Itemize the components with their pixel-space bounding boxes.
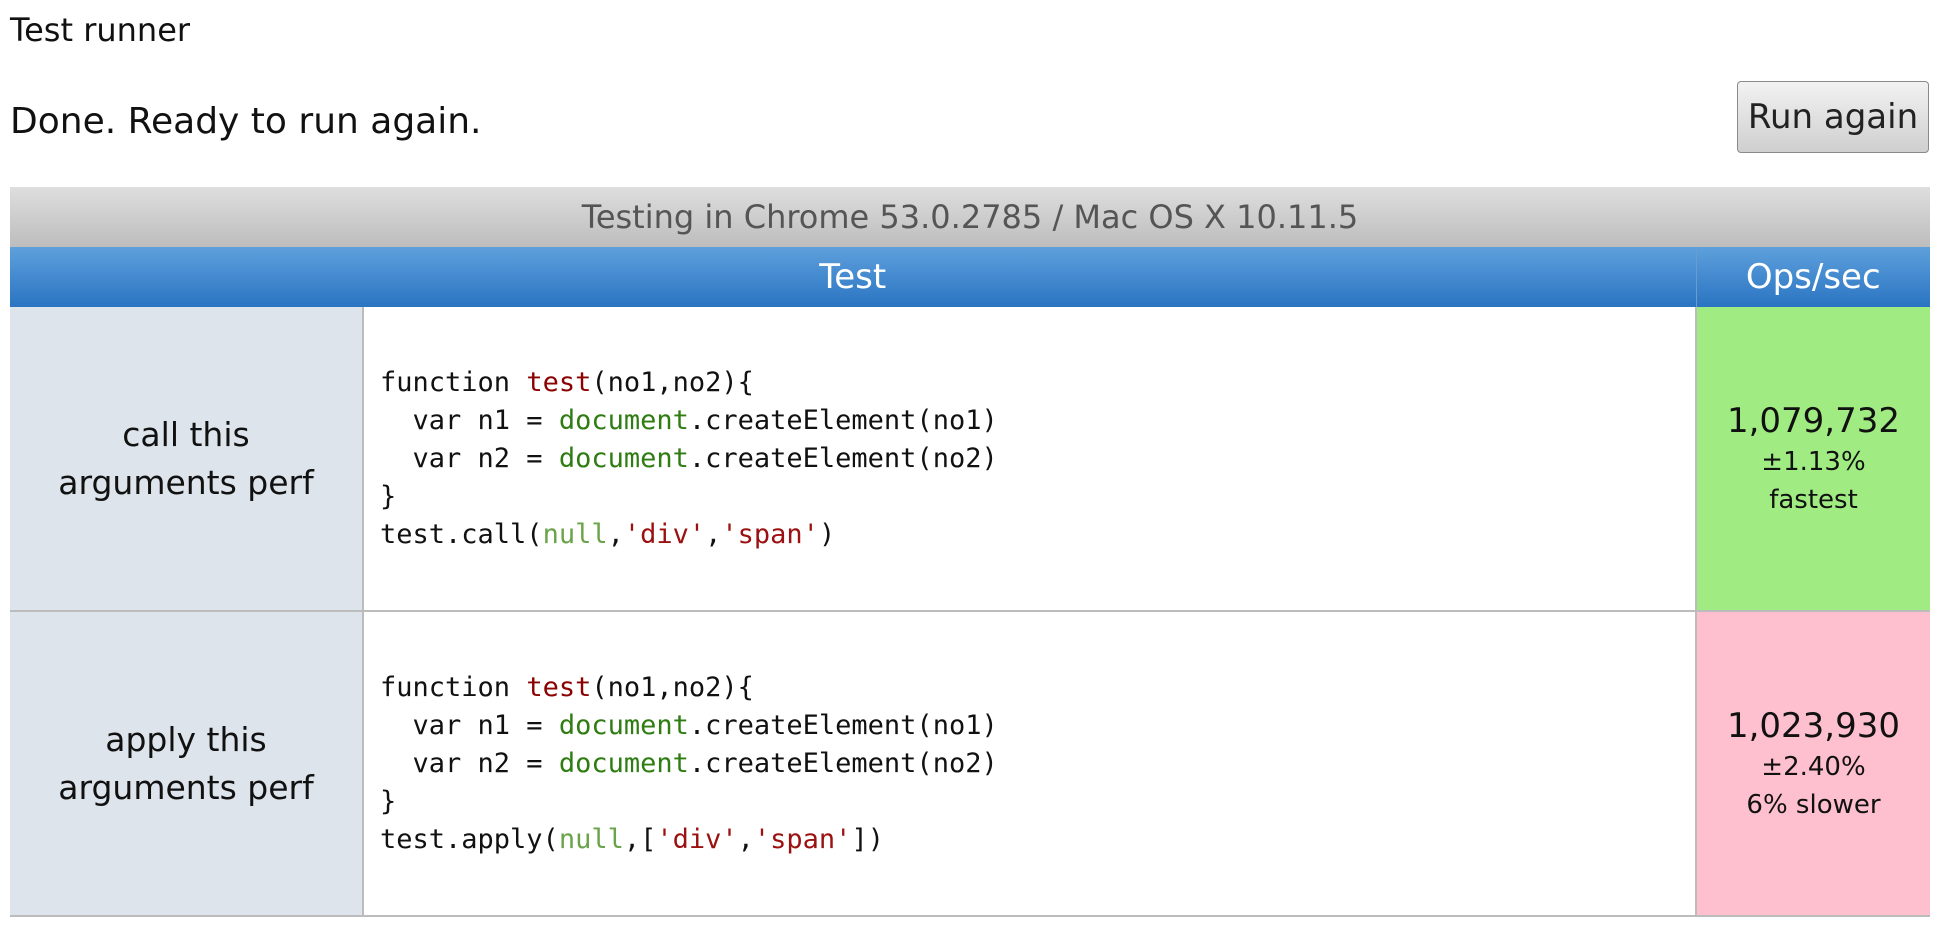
test-name: apply this arguments perf <box>10 611 364 917</box>
code-token: document <box>558 442 689 474</box>
code-token: } <box>380 785 397 817</box>
code-token: test <box>526 671 592 703</box>
test-code-cell: function test(no1,no2){ var n1 = documen… <box>363 611 1697 917</box>
code-token: 'div' <box>623 518 706 550</box>
code-token: var n2 = <box>380 442 559 474</box>
results-table: Testing in Chrome 53.0.2785 / Mac OS X 1… <box>10 187 1930 917</box>
code-token: , <box>737 823 754 855</box>
run-again-button[interactable]: Run again <box>1737 81 1929 153</box>
code-token: function <box>380 671 527 703</box>
ops-column-header: Ops/sec <box>1695 247 1930 307</box>
code-token: } <box>380 480 397 512</box>
code-token: ) <box>818 518 836 550</box>
code-token: .createElement(no2) <box>688 747 998 779</box>
code-token: var n1 = <box>380 404 559 436</box>
code-token: ,[ <box>623 823 657 855</box>
test-runner-page: Test runner Done. Ready to run again. Ru… <box>0 0 1942 932</box>
test-name: call this arguments perf <box>10 307 364 612</box>
code-token: null <box>542 518 608 550</box>
code-token: (no1,no2){ <box>591 671 754 703</box>
code-token: null <box>558 823 624 855</box>
code-token: , <box>705 518 722 550</box>
ops-note: 6% slower <box>1746 789 1881 820</box>
code-token: ]) <box>851 823 884 855</box>
code-token: document <box>558 709 689 741</box>
code-token: 'span' <box>721 518 819 550</box>
test-code: function test(no1,no2){ var n1 = documen… <box>364 364 1695 554</box>
ops-result-cell: 1,079,732 ±1.13% fastest <box>1696 307 1930 612</box>
ops-result-cell: 1,023,930 ±2.40% 6% slower <box>1696 611 1930 917</box>
column-header-row: Test Ops/sec <box>10 247 1930 307</box>
code-token: , <box>607 518 624 550</box>
code-token: 'span' <box>753 823 852 855</box>
code-token: function <box>380 366 527 398</box>
test-code: function test(no1,no2){ var n1 = documen… <box>364 669 1695 859</box>
ops-error: ±2.40% <box>1761 751 1866 782</box>
test-column-header: Test <box>10 247 1696 307</box>
test-code-cell: function test(no1,no2){ var n1 = documen… <box>363 307 1697 612</box>
code-token: test <box>526 366 592 398</box>
code-token: document <box>558 747 689 779</box>
code-token: (no1,no2){ <box>591 366 754 398</box>
ops-error: ±1.13% <box>1761 446 1866 477</box>
ops-value: 1,023,930 <box>1726 705 1901 746</box>
environment-row: Testing in Chrome 53.0.2785 / Mac OS X 1… <box>10 187 1930 247</box>
code-token: .createElement(no1) <box>688 709 998 741</box>
code-token: test.apply( <box>380 823 559 855</box>
code-token: .createElement(no1) <box>688 404 998 436</box>
code-token: 'div' <box>656 823 738 855</box>
ops-note: fastest <box>1769 484 1858 515</box>
table-row: apply this arguments perf function test(… <box>10 611 1930 917</box>
code-token: document <box>558 404 689 436</box>
ops-value: 1,079,732 <box>1726 400 1901 441</box>
status-message: Done. Ready to run again. <box>10 101 482 142</box>
runner-title: Test runner <box>10 11 191 49</box>
code-token: test.call( <box>380 518 543 550</box>
code-token: var n1 = <box>380 709 559 741</box>
code-token: .createElement(no2) <box>688 442 998 474</box>
table-row: call this arguments perf function test(n… <box>10 307 1930 612</box>
code-token: var n2 = <box>380 747 559 779</box>
environment-label: Testing in Chrome 53.0.2785 / Mac OS X 1… <box>10 187 1930 247</box>
